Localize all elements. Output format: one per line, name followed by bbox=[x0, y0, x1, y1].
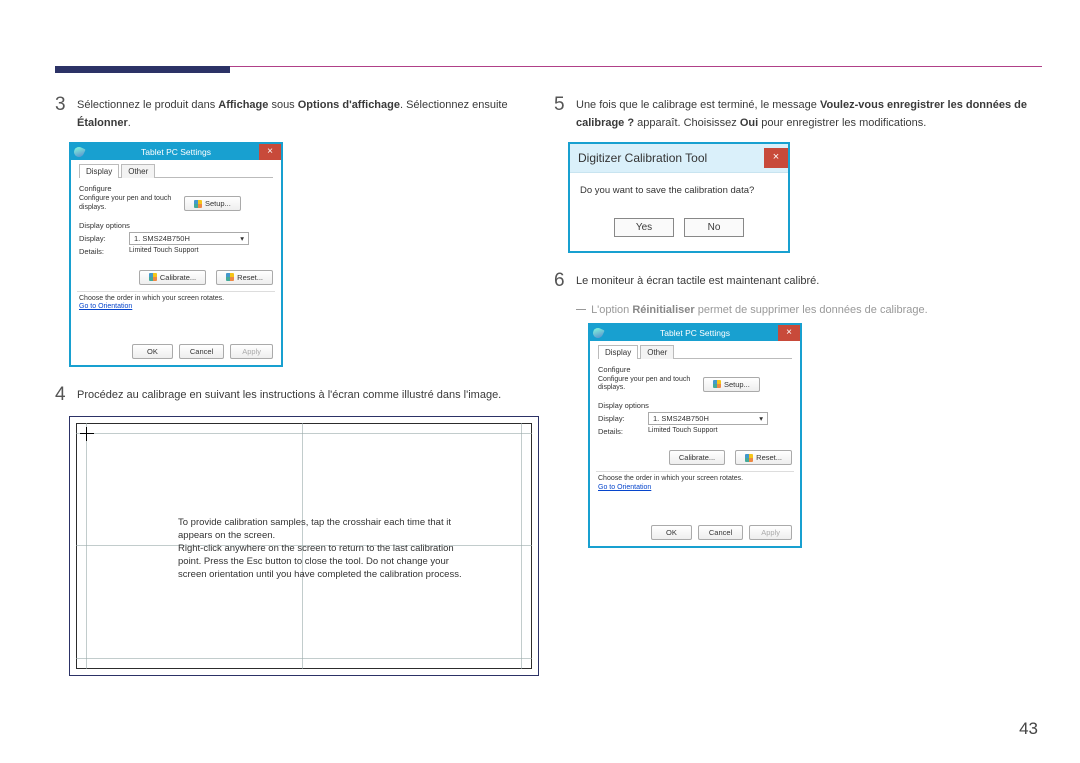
step-text: Le moniteur à écran tactile est maintena… bbox=[576, 271, 819, 292]
digitizer-dialog: Digitizer Calibration Tool × Do you want… bbox=[568, 142, 790, 253]
close-icon[interactable]: × bbox=[259, 144, 281, 160]
step-3: 3 Sélectionnez le produit dans Affichage… bbox=[55, 95, 527, 132]
tab-other[interactable]: Other bbox=[121, 164, 155, 178]
calibration-screen: To provide calibration samples, tap the … bbox=[69, 416, 539, 676]
note-reinitialiser: L'option Réinitialiser permet de supprim… bbox=[576, 302, 1034, 319]
ok-button[interactable]: OK bbox=[651, 525, 692, 540]
reset-button[interactable]: Reset... bbox=[735, 450, 792, 465]
shield-icon bbox=[149, 273, 157, 281]
tablet-pc-settings-window-2: Tablet PC Settings × Display Other Confi… bbox=[588, 323, 802, 548]
apply-button[interactable]: Apply bbox=[230, 344, 273, 359]
rotate-text: Choose the order in which your screen ro… bbox=[79, 295, 273, 304]
step-text: Sélectionnez le produit dans Affichage s… bbox=[77, 95, 508, 132]
shield-icon bbox=[194, 200, 202, 208]
tab-display[interactable]: Display bbox=[79, 164, 119, 178]
rotate-text: Choose the order in which your screen ro… bbox=[598, 475, 792, 484]
app-icon bbox=[72, 146, 85, 159]
reset-button[interactable]: Reset... bbox=[216, 270, 273, 285]
header-accent bbox=[55, 66, 230, 73]
ok-button[interactable]: OK bbox=[132, 344, 173, 359]
step-4: 4 Procédez au calibrage en suivant les i… bbox=[55, 385, 527, 406]
configure-text: Configure your pen and touch displays. bbox=[79, 195, 184, 213]
window-title: Tablet PC Settings bbox=[87, 147, 265, 157]
tab-display[interactable]: Display bbox=[598, 345, 638, 359]
details-value: Limited Touch Support bbox=[648, 427, 718, 436]
step-number: 6 bbox=[554, 271, 576, 292]
step-text: Une fois que le calibrage est terminé, l… bbox=[576, 95, 1034, 132]
details-label: Details: bbox=[79, 247, 129, 256]
calibration-instruction-text: To provide calibration samples, tap the … bbox=[178, 517, 468, 581]
page-number: 43 bbox=[1019, 719, 1038, 739]
tab-strip: Display Other bbox=[79, 163, 273, 178]
display-dropdown[interactable]: 1. SMS24B750H▾ bbox=[129, 232, 249, 245]
calibrate-button[interactable]: Calibrate... bbox=[139, 270, 206, 285]
chevron-down-icon: ▾ bbox=[759, 414, 763, 423]
window-title: Tablet PC Settings bbox=[606, 328, 784, 338]
dash-icon bbox=[576, 309, 586, 310]
details-value: Limited Touch Support bbox=[129, 247, 199, 256]
dialog-titlebar: Digitizer Calibration Tool × bbox=[570, 144, 788, 172]
window-titlebar: Tablet PC Settings × bbox=[590, 325, 800, 341]
cancel-button[interactable]: Cancel bbox=[179, 344, 224, 359]
step-number: 3 bbox=[55, 95, 77, 132]
step-5: 5 Une fois que le calibrage est terminé,… bbox=[554, 95, 1034, 132]
shield-icon bbox=[745, 454, 753, 462]
display-dropdown[interactable]: 1. SMS24B750H▾ bbox=[648, 412, 768, 425]
orientation-link[interactable]: Go to Orientation bbox=[79, 303, 273, 310]
tablet-pc-settings-window: Tablet PC Settings × Display Other Confi… bbox=[69, 142, 283, 367]
configure-label: Configure bbox=[79, 184, 273, 193]
close-icon[interactable]: × bbox=[764, 148, 788, 168]
setup-button[interactable]: Setup... bbox=[184, 196, 241, 211]
display-options-label: Display options bbox=[598, 401, 792, 410]
apply-button[interactable]: Apply bbox=[749, 525, 792, 540]
shield-icon bbox=[713, 380, 721, 388]
display-label: Display: bbox=[79, 234, 129, 243]
orientation-link[interactable]: Go to Orientation bbox=[598, 484, 792, 491]
step-number: 5 bbox=[554, 95, 576, 132]
crosshair-icon bbox=[80, 427, 94, 441]
tab-other[interactable]: Other bbox=[640, 345, 674, 359]
configure-text: Configure your pen and touch displays. bbox=[598, 376, 703, 394]
step-number: 4 bbox=[55, 385, 77, 406]
calibrate-button[interactable]: Calibrate... bbox=[669, 450, 725, 465]
dialog-question: Do you want to save the calibration data… bbox=[570, 172, 788, 200]
window-titlebar: Tablet PC Settings × bbox=[71, 144, 281, 160]
details-label: Details: bbox=[598, 427, 648, 436]
tab-strip: Display Other bbox=[598, 344, 792, 359]
cancel-button[interactable]: Cancel bbox=[698, 525, 743, 540]
step-text: Procédez au calibrage en suivant les ins… bbox=[77, 385, 501, 406]
dialog-title: Digitizer Calibration Tool bbox=[578, 151, 707, 165]
step-6: 6 Le moniteur à écran tactile est mainte… bbox=[554, 271, 1034, 292]
configure-label: Configure bbox=[598, 365, 792, 374]
app-icon bbox=[591, 326, 604, 339]
no-button[interactable]: No bbox=[684, 218, 744, 237]
yes-button[interactable]: Yes bbox=[614, 218, 674, 237]
setup-button[interactable]: Setup... bbox=[703, 377, 760, 392]
chevron-down-icon: ▾ bbox=[240, 234, 244, 243]
close-icon[interactable]: × bbox=[778, 325, 800, 341]
shield-icon bbox=[226, 273, 234, 281]
display-options-label: Display options bbox=[79, 221, 273, 230]
display-label: Display: bbox=[598, 414, 648, 423]
